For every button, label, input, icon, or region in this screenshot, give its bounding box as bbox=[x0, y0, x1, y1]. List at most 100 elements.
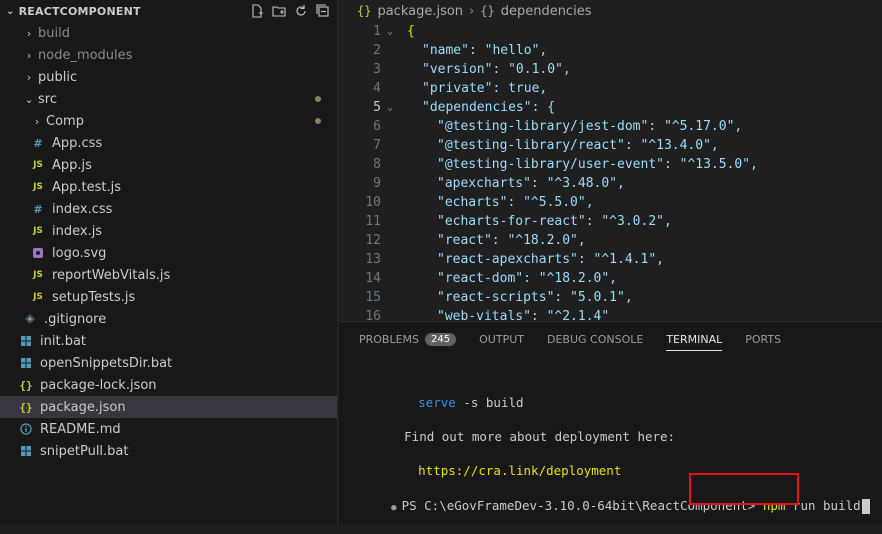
tree-file-opensnippetsdir-bat[interactable]: openSnippetsDir.bat bbox=[0, 352, 337, 374]
fold-gutter bbox=[381, 193, 399, 212]
chevron-down-icon: ⌄ bbox=[24, 92, 34, 106]
collapse-all-icon[interactable] bbox=[315, 3, 331, 19]
fold-gutter bbox=[381, 250, 399, 269]
fold-gutter bbox=[381, 41, 399, 60]
modified-dot bbox=[315, 118, 321, 124]
code-line: 3 "version": "0.1.0", bbox=[339, 60, 882, 79]
code-line: 9 "apexcharts": "^3.48.0", bbox=[339, 174, 882, 193]
breadcrumb-section[interactable]: dependencies bbox=[501, 4, 592, 19]
line-number: 7 bbox=[373, 138, 381, 153]
breadcrumb-file[interactable]: package.json bbox=[377, 4, 463, 19]
tree-item-label: init.bat bbox=[40, 333, 87, 349]
tree-item-label: logo.svg bbox=[52, 245, 107, 261]
tree-file-logo-svg[interactable]: logo.svg bbox=[0, 242, 337, 264]
tab-problems[interactable]: PROBLEMS 245 bbox=[359, 322, 457, 357]
css-file-icon: # bbox=[33, 136, 43, 150]
tree-file-snipetpull-bat[interactable]: snipetPull.bat bbox=[0, 440, 337, 462]
tree-file-init-bat[interactable]: init.bat bbox=[0, 330, 337, 352]
line-number: 8 bbox=[373, 157, 381, 172]
tree-file-readme-md[interactable]: README.md bbox=[0, 418, 337, 440]
tree-item-label: openSnippetsDir.bat bbox=[40, 355, 173, 371]
object-icon: {} bbox=[480, 4, 495, 18]
chevron-right-icon: › bbox=[34, 114, 40, 128]
fold-gutter bbox=[381, 288, 399, 307]
tree-folder-comp[interactable]: › Comp bbox=[0, 110, 337, 132]
fold-gutter bbox=[381, 307, 399, 321]
tree-file-index-css[interactable]: # index.css bbox=[0, 198, 337, 220]
fold-chevron-icon[interactable]: ⌄ bbox=[381, 98, 399, 117]
line-number: 12 bbox=[365, 233, 381, 248]
tree-item-label: build bbox=[38, 25, 70, 41]
code-text: "web-vitals": "^2.1.4" bbox=[437, 309, 610, 321]
fold-chevron-icon[interactable]: ⌄ bbox=[381, 22, 399, 41]
code-text: "echarts": "^5.5.0", bbox=[437, 195, 594, 210]
line-number: 10 bbox=[365, 195, 381, 210]
git-file-icon bbox=[22, 311, 38, 327]
explorer-title: REACTCOMPONENT bbox=[18, 4, 141, 18]
terminal-line: Find out more about deployment here: bbox=[359, 411, 675, 444]
line-number: 6 bbox=[373, 119, 381, 134]
line-number: 4 bbox=[373, 81, 381, 96]
serve-args: -s build bbox=[455, 395, 524, 410]
js-file-icon: JS bbox=[33, 270, 43, 280]
line-number: 1 bbox=[373, 24, 381, 39]
code-line: 12 "react": "^18.2.0", bbox=[339, 231, 882, 250]
tab-label: OUTPUT bbox=[479, 333, 524, 346]
css-file-icon: # bbox=[33, 202, 43, 216]
tree-file-setuptests-js[interactable]: JS setupTests.js bbox=[0, 286, 337, 308]
tree-folder-node-modules[interactable]: › node_modules bbox=[0, 44, 337, 66]
line-number: 3 bbox=[373, 62, 381, 77]
tree-folder-public[interactable]: › public bbox=[0, 66, 337, 88]
code-text: "apexcharts": "^3.48.0", bbox=[437, 176, 625, 191]
fold-gutter bbox=[381, 60, 399, 79]
code-text: "version": "0.1.0", bbox=[422, 62, 571, 77]
line-number: 14 bbox=[365, 271, 381, 286]
tab-ports[interactable]: PORTS bbox=[745, 322, 781, 357]
js-file-icon: JS bbox=[33, 160, 43, 170]
tab-label: TERMINAL bbox=[666, 333, 723, 346]
deployment-link[interactable]: https://cra.link/deployment bbox=[418, 463, 621, 478]
code-text: "react": "^18.2.0", bbox=[437, 233, 586, 248]
new-file-icon[interactable] bbox=[249, 3, 265, 19]
tree-file-app-css[interactable]: # App.css bbox=[0, 132, 337, 154]
tree-item-label: index.js bbox=[52, 223, 103, 239]
code-text: "private": true, bbox=[422, 81, 548, 96]
tree-file-app-test-js[interactable]: JS App.test.js bbox=[0, 176, 337, 198]
tree-file-gitignore[interactable]: .gitignore bbox=[0, 308, 337, 330]
code-line: 6 "@testing-library/jest-dom": "^5.17.0"… bbox=[339, 117, 882, 136]
new-folder-icon[interactable] bbox=[271, 3, 287, 19]
tab-terminal[interactable]: TERMINAL bbox=[666, 322, 722, 357]
windows-file-icon bbox=[18, 443, 34, 459]
code-editor[interactable]: {} package.json › {} dependencies 1 ⌄ { … bbox=[339, 0, 882, 321]
tab-output[interactable]: OUTPUT bbox=[479, 322, 524, 357]
tree-file-reportwebvitals-js[interactable]: JS reportWebVitals.js bbox=[0, 264, 337, 286]
code-line: 8 "@testing-library/user-event": "^13.5.… bbox=[339, 155, 882, 174]
tree-folder-build[interactable]: › build bbox=[0, 22, 337, 44]
js-file-icon: JS bbox=[33, 292, 43, 302]
tree-file-index-js[interactable]: JS index.js bbox=[0, 220, 337, 242]
terminal-line: https://cra.link/deployment bbox=[373, 445, 621, 478]
tab-label: DEBUG CONSOLE bbox=[546, 333, 644, 346]
line-number: 13 bbox=[365, 252, 381, 267]
tree-item-label: App.css bbox=[52, 135, 103, 151]
tree-item-label: package.json bbox=[40, 399, 126, 415]
serve-command: serve bbox=[418, 395, 456, 410]
fold-gutter bbox=[381, 174, 399, 193]
tree-file-package-json[interactable]: {} package.json bbox=[0, 396, 337, 418]
tab-debug-console[interactable]: DEBUG CONSOLE bbox=[547, 322, 643, 357]
tree-item-label: src bbox=[38, 91, 57, 107]
chevron-right-icon: › bbox=[26, 26, 32, 40]
info-file-icon bbox=[18, 421, 34, 437]
tree-file-package-lock-json[interactable]: {} package-lock.json bbox=[0, 374, 337, 396]
tree-folder-src[interactable]: ⌄ src bbox=[0, 88, 337, 110]
command-highlight-box bbox=[689, 473, 799, 505]
chevron-down-icon: ⌄ bbox=[6, 5, 15, 17]
terminal-line: serve -s build bbox=[373, 377, 523, 410]
code-text: "echarts-for-react": "^3.0.2", bbox=[437, 214, 672, 229]
chevron-right-icon: › bbox=[26, 48, 32, 62]
line-number: 9 bbox=[373, 176, 381, 191]
tree-file-app-js[interactable]: JS App.js bbox=[0, 154, 337, 176]
fold-gutter bbox=[381, 136, 399, 155]
refresh-icon[interactable] bbox=[293, 3, 309, 19]
code-area[interactable]: 1 ⌄ { 2 "name": "hello", 3 "version": "0… bbox=[339, 22, 882, 321]
